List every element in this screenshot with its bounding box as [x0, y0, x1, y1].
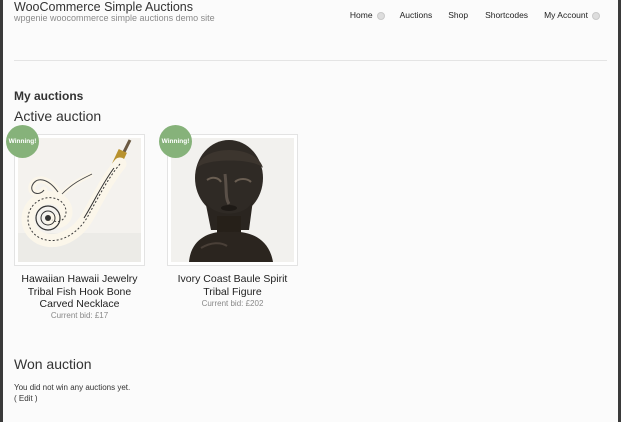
site-title[interactable]: WooCommerce Simple Auctions	[14, 0, 193, 14]
won-auction-heading: Won auction	[14, 356, 92, 372]
nav-item-label[interactable]: Shop	[448, 10, 468, 20]
main-nav: Home Auctions Shop Shortcodes My Account	[350, 10, 600, 20]
product-name-line[interactable]: Tribal Fish Hook Bone	[4, 286, 155, 299]
product-name-line[interactable]: Tribal Figure	[157, 286, 308, 299]
nav-item-label[interactable]: My Account	[544, 10, 588, 20]
nav-item-my-account[interactable]: My Account	[544, 10, 600, 20]
window-frame-left	[0, 0, 3, 422]
nav-item-label[interactable]: Shortcodes	[485, 10, 528, 20]
product-name-line[interactable]: Ivory Coast Baule Spirit	[157, 273, 308, 286]
fish-hook-necklace-image	[18, 138, 141, 262]
active-auction-heading: Active auction	[14, 108, 102, 124]
submenu-indicator-icon	[376, 11, 385, 20]
nav-item-home[interactable]: Home	[350, 10, 385, 20]
nav-item-shop[interactable]: Shop	[448, 10, 468, 20]
product-image[interactable]	[167, 134, 298, 266]
current-bid: Current bid: £202	[201, 299, 264, 308]
current-bid: Current bid: £17	[50, 311, 109, 320]
no-won-auctions-message: You did not win any auctions yet.	[14, 383, 131, 392]
product-name[interactable]: Ivory Coast Baule Spirit Tribal Figure	[157, 273, 308, 298]
nav-item-auctions[interactable]: Auctions	[400, 10, 433, 20]
site-tagline: wpgenie woocommerce simple auctions demo…	[14, 13, 215, 23]
nav-item-label[interactable]: Auctions	[400, 10, 433, 20]
submenu-indicator-icon	[592, 11, 600, 20]
header-divider	[14, 60, 607, 61]
winning-badge: Winning!	[159, 125, 192, 158]
product-name-line[interactable]: Hawaiian Hawaii Jewelry	[4, 273, 155, 286]
product-name[interactable]: Hawaiian Hawaii Jewelry Tribal Fish Hook…	[4, 273, 155, 311]
nav-item-shortcodes[interactable]: Shortcodes	[485, 10, 528, 20]
tribal-figure-image	[171, 138, 294, 262]
product-name-line[interactable]: Carved Necklace	[4, 298, 155, 311]
winning-badge: Winning!	[6, 125, 39, 158]
page-title: My auctions	[14, 89, 84, 103]
edit-link[interactable]: ( Edit )	[14, 394, 38, 403]
product-image[interactable]	[14, 134, 145, 266]
nav-item-label[interactable]: Home	[350, 10, 373, 20]
